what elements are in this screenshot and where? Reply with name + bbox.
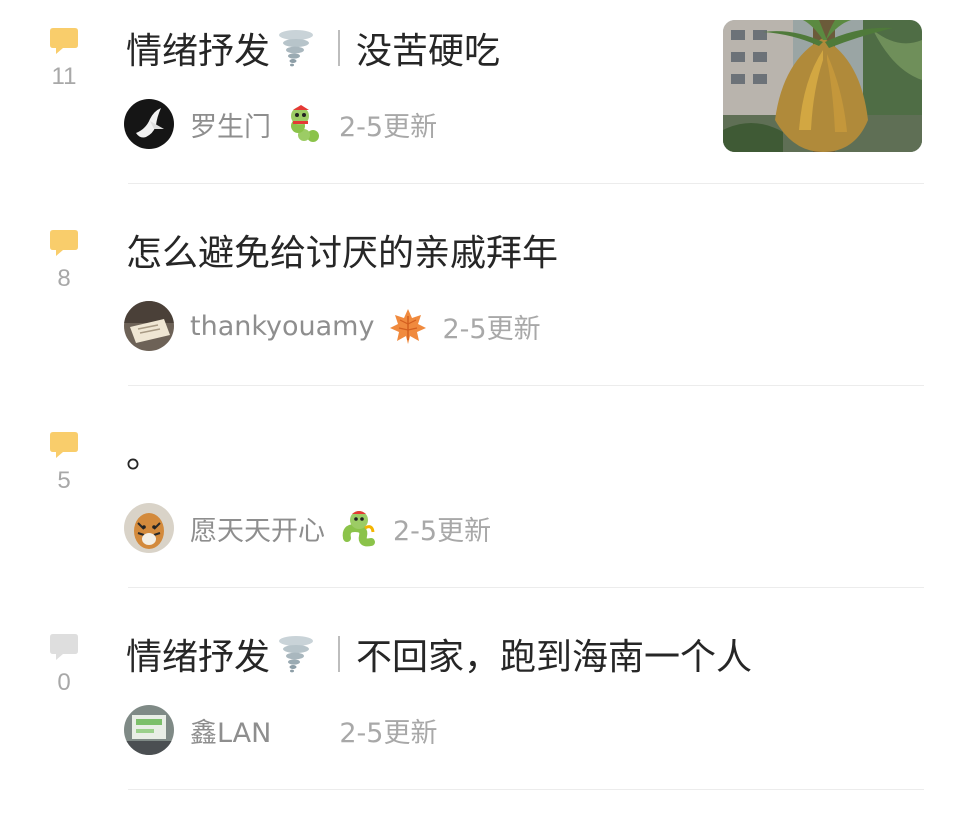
comment-count-group: 0 [38, 630, 90, 698]
post-thumbnail[interactable] [723, 20, 922, 152]
comment-bubble-icon [50, 432, 78, 458]
comment-count-group: 11 [38, 24, 90, 92]
author-avatar[interactable] [124, 301, 174, 351]
updated-time: 2-5更新 [442, 313, 541, 345]
divider [128, 587, 924, 588]
post-title-text: 。 [126, 435, 163, 476]
comment-count: 11 [51, 63, 77, 90]
post-meta: 鑫LAN 2-5更新 [124, 704, 437, 756]
divider [128, 385, 924, 386]
post-item[interactable]: 0 情绪抒发 不回家，跑到海南一个人 鑫LAN 2-5更新 [0, 606, 960, 808]
updated-time: 2-5更新 [339, 111, 438, 143]
comment-bubble-icon [50, 230, 78, 256]
comment-count: 8 [57, 265, 71, 292]
topic-tag-label: 情绪抒发 [126, 637, 271, 678]
author-name[interactable]: 愿天天开心 [190, 509, 325, 548]
comment-count: 5 [57, 467, 71, 494]
comment-count: 0 [57, 669, 71, 696]
divider [128, 789, 924, 790]
comment-bubble-icon [50, 28, 78, 54]
updated-time: 2-5更新 [393, 515, 492, 547]
post-title-text: 没苦硬吃 [356, 31, 501, 72]
divider [128, 183, 924, 184]
post-meta: 罗生门 2-5更新 [124, 98, 437, 150]
author-name[interactable]: thankyouamy [190, 311, 374, 342]
post-item[interactable]: 8 怎么避免给讨厌的亲戚拜年 thankyouamy 2-5更新 [0, 202, 960, 404]
post-title[interactable]: 情绪抒发 不回家，跑到海南一个人 [126, 628, 752, 680]
author-avatar[interactable] [124, 99, 174, 149]
tornado-icon [279, 636, 314, 673]
snake-sticker-icon [342, 511, 375, 547]
tornado-icon [279, 30, 314, 67]
author-avatar[interactable] [124, 503, 174, 553]
post-item[interactable]: 5 。 愿天天开心 2-5更新 [0, 404, 960, 606]
comment-count-group: 5 [38, 428, 90, 496]
author-avatar[interactable] [124, 705, 174, 755]
caterpillar-sticker-icon [291, 105, 319, 142]
post-title[interactable]: 怎么避免给讨厌的亲戚拜年 [126, 224, 558, 276]
post-meta: 愿天天开心 2-5更新 [124, 502, 491, 554]
post-meta: thankyouamy 2-5更新 [124, 300, 541, 352]
author-name[interactable]: 罗生门 [190, 105, 271, 144]
post-title-text: 怎么避免给讨厌的亲戚拜年 [126, 233, 559, 274]
title-separator [338, 636, 341, 672]
title-separator [338, 30, 341, 66]
comment-bubble-icon [50, 634, 78, 660]
topic-tag-label: 情绪抒发 [126, 31, 271, 72]
comment-count-group: 8 [38, 226, 90, 294]
post-title[interactable]: 情绪抒发 没苦硬吃 [126, 22, 500, 74]
post-title-text: 不回家，跑到海南一个人 [356, 637, 753, 678]
author-name[interactable]: 鑫LAN [190, 711, 271, 750]
post-title[interactable]: 。 [126, 426, 162, 478]
post-item[interactable]: 11 情绪抒发 没苦硬吃 罗生门 2-5更新 [0, 0, 960, 202]
updated-time: 2-5更新 [339, 717, 438, 749]
maple-leaf-sticker-icon [390, 309, 427, 344]
